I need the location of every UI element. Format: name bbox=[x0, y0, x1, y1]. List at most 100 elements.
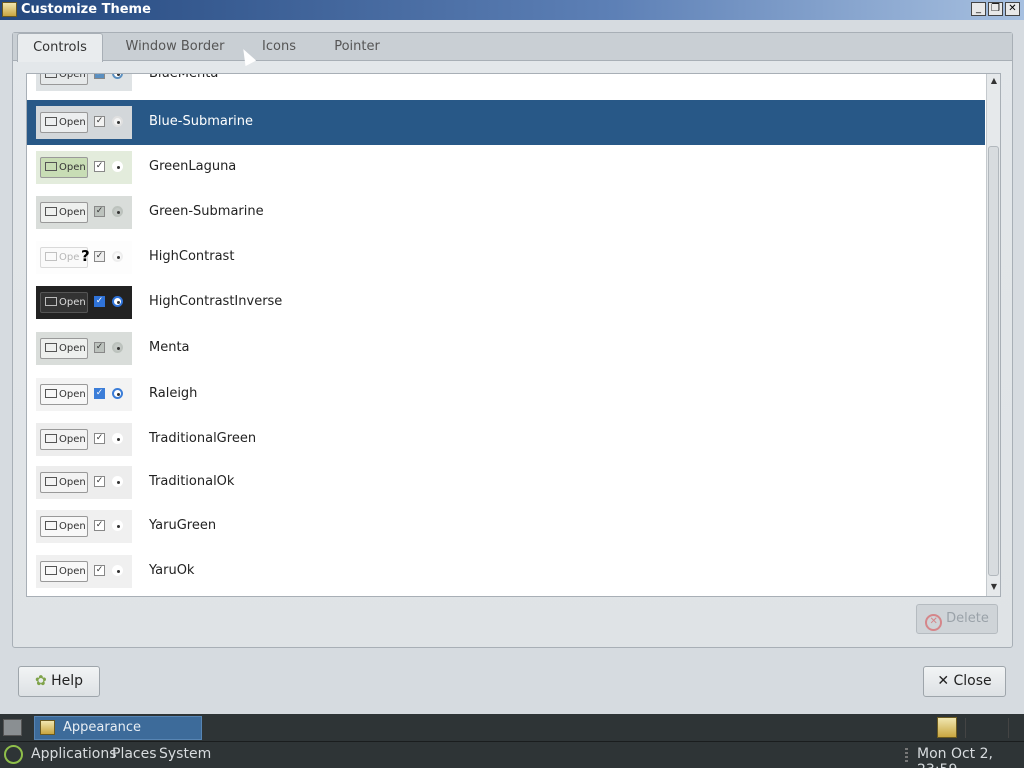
tab-icons[interactable]: Icons bbox=[248, 33, 310, 61]
tray-app-icon[interactable] bbox=[937, 717, 957, 738]
preview-radio-icon bbox=[112, 74, 123, 79]
preview-checkbox-icon: ✓ bbox=[94, 342, 105, 353]
menu-places[interactable]: Places bbox=[112, 746, 157, 762]
theme-preview: Open ✓ bbox=[36, 555, 132, 588]
theme-name: Raleigh bbox=[149, 386, 198, 401]
preview-open-button: Open bbox=[40, 429, 88, 450]
preview-checkbox-icon: ✓ bbox=[94, 476, 105, 487]
folder-icon bbox=[45, 566, 57, 575]
scroll-thumb[interactable] bbox=[988, 146, 999, 576]
theme-row[interactable]: Open ✓ Raleigh bbox=[27, 372, 985, 417]
theme-preview: Open ✓ bbox=[36, 106, 132, 139]
preview-checkbox-icon: ✓ bbox=[94, 116, 105, 127]
preview-radio-icon bbox=[112, 388, 123, 399]
delete-button[interactable]: ✕ Delete bbox=[916, 604, 998, 634]
preview-radio-icon bbox=[112, 342, 123, 353]
folder-icon bbox=[45, 162, 57, 171]
close-window-button[interactable]: ✕ bbox=[1005, 2, 1020, 16]
theme-name: TraditionalOk bbox=[149, 474, 235, 489]
theme-list[interactable]: Open ✓ BlueMenta Open ✓ Blue-Submarine Open ✓ Gr… bbox=[26, 73, 1001, 597]
appearance-app-icon bbox=[40, 720, 55, 735]
theme-name: YaruOk bbox=[149, 563, 195, 578]
vertical-scrollbar[interactable]: ▲ ▼ bbox=[986, 74, 1000, 596]
preview-checkbox-icon: ✓ bbox=[94, 296, 105, 307]
preview-label: Open bbox=[59, 343, 86, 354]
theme-row[interactable]: Open ✓ TraditionalGreen bbox=[27, 417, 985, 462]
theme-row[interactable]: Open ✓ HighContrastInverse bbox=[27, 280, 985, 325]
theme-row[interactable]: Open ✓ Menta bbox=[27, 326, 985, 371]
tab-bar: Controls Window Border Icons Pointer bbox=[13, 33, 1012, 62]
preview-radio-icon bbox=[112, 116, 123, 127]
tab-controls[interactable]: Controls bbox=[17, 33, 103, 62]
preview-label: Open bbox=[59, 521, 86, 532]
preview-radio-icon bbox=[112, 433, 123, 444]
preview-open-button: Open bbox=[40, 561, 88, 582]
preview-radio-icon bbox=[112, 206, 123, 217]
preview-label: Open bbox=[59, 434, 86, 445]
close-label: Close bbox=[953, 673, 992, 689]
theme-row[interactable]: Open ✓ YaruGreen bbox=[27, 504, 985, 549]
preview-label: Open bbox=[59, 477, 86, 488]
unknown-preview-icon: ? bbox=[81, 247, 90, 265]
preview-open-button: Open bbox=[40, 157, 88, 178]
theme-name: BlueMenta bbox=[149, 73, 219, 81]
theme-preview: Open ✓ bbox=[36, 423, 132, 456]
help-icon: ✿ bbox=[34, 673, 47, 689]
clock[interactable]: Mon Oct 2, 23:59 bbox=[917, 746, 1024, 768]
taskbar-item-appearance[interactable]: Appearance Prefere... bbox=[34, 716, 202, 757]
preview-radio-icon bbox=[112, 296, 123, 307]
preview-open-button: Open bbox=[40, 472, 88, 493]
folder-icon bbox=[45, 252, 57, 261]
folder-icon bbox=[45, 477, 57, 486]
theme-preview: Ope ✓? bbox=[36, 241, 132, 274]
help-button[interactable]: ✿ Help bbox=[18, 666, 100, 697]
theme-row[interactable]: Ope ✓? HighContrast bbox=[27, 235, 985, 280]
folder-icon bbox=[45, 389, 57, 398]
theme-preview: Open ✓ bbox=[36, 332, 132, 365]
theme-name: GreenLaguna bbox=[149, 159, 237, 174]
preview-label: Open bbox=[59, 389, 86, 400]
menu-system[interactable]: System bbox=[159, 746, 211, 762]
preview-radio-icon bbox=[112, 565, 123, 576]
maximize-button[interactable]: ❐ bbox=[988, 2, 1003, 16]
theme-row[interactable]: Open ✓ YaruOk bbox=[27, 549, 985, 594]
theme-row[interactable]: Open ✓ Blue-Submarine bbox=[27, 100, 985, 145]
help-label: Help bbox=[51, 673, 84, 689]
preview-checkbox-icon: ✓ bbox=[94, 388, 105, 399]
preview-radio-icon bbox=[112, 476, 123, 487]
preview-label: Ope bbox=[59, 252, 80, 263]
preview-radio-icon bbox=[112, 161, 123, 172]
workspace-switcher[interactable] bbox=[965, 718, 1009, 738]
window-titlebar[interactable]: Customize Theme _ ❐ ✕ bbox=[0, 0, 1024, 20]
folder-icon bbox=[45, 297, 57, 306]
tab-window-border[interactable]: Window Border bbox=[117, 33, 233, 61]
theme-name: TraditionalGreen bbox=[149, 431, 257, 446]
menu-applications[interactable]: Applications bbox=[31, 746, 117, 762]
theme-row[interactable]: Open ✓ GreenLaguna bbox=[27, 145, 985, 190]
theme-preview: Open ✓ bbox=[36, 466, 132, 499]
preview-label: Open bbox=[59, 162, 86, 173]
minimize-button[interactable]: _ bbox=[971, 2, 986, 16]
theme-row[interactable]: Open ✓ Green-Submarine bbox=[27, 190, 985, 235]
distro-logo-icon[interactable] bbox=[4, 745, 23, 764]
preview-label: Open bbox=[59, 566, 86, 577]
tab-pointer[interactable]: Pointer bbox=[320, 33, 394, 61]
preview-open-button: Open bbox=[40, 384, 88, 405]
window-title: Customize Theme bbox=[21, 2, 151, 17]
theme-name: Menta bbox=[149, 340, 190, 355]
folder-icon bbox=[45, 207, 57, 216]
show-desktop-icon[interactable] bbox=[3, 719, 22, 736]
close-button[interactable]: ✕ Close bbox=[923, 666, 1006, 697]
preview-checkbox-icon: ✓ bbox=[94, 520, 105, 531]
theme-preview: Open ✓ bbox=[36, 286, 132, 319]
preview-label: Open bbox=[59, 73, 86, 80]
theme-preview: Open ✓ bbox=[36, 73, 132, 91]
theme-row[interactable]: Open ✓ TraditionalOk bbox=[27, 460, 985, 505]
preview-checkbox-icon: ✓ bbox=[94, 206, 105, 217]
theme-row[interactable]: Open ✓ BlueMenta bbox=[27, 73, 985, 97]
delete-icon: ✕ bbox=[925, 614, 943, 631]
scroll-up-arrow[interactable]: ▲ bbox=[989, 76, 999, 86]
preview-checkbox-icon: ✓ bbox=[94, 251, 105, 262]
panel-menubar: Applications Places System Mon Oct 2, 23… bbox=[0, 742, 1024, 768]
scroll-down-arrow[interactable]: ▼ bbox=[989, 582, 999, 592]
